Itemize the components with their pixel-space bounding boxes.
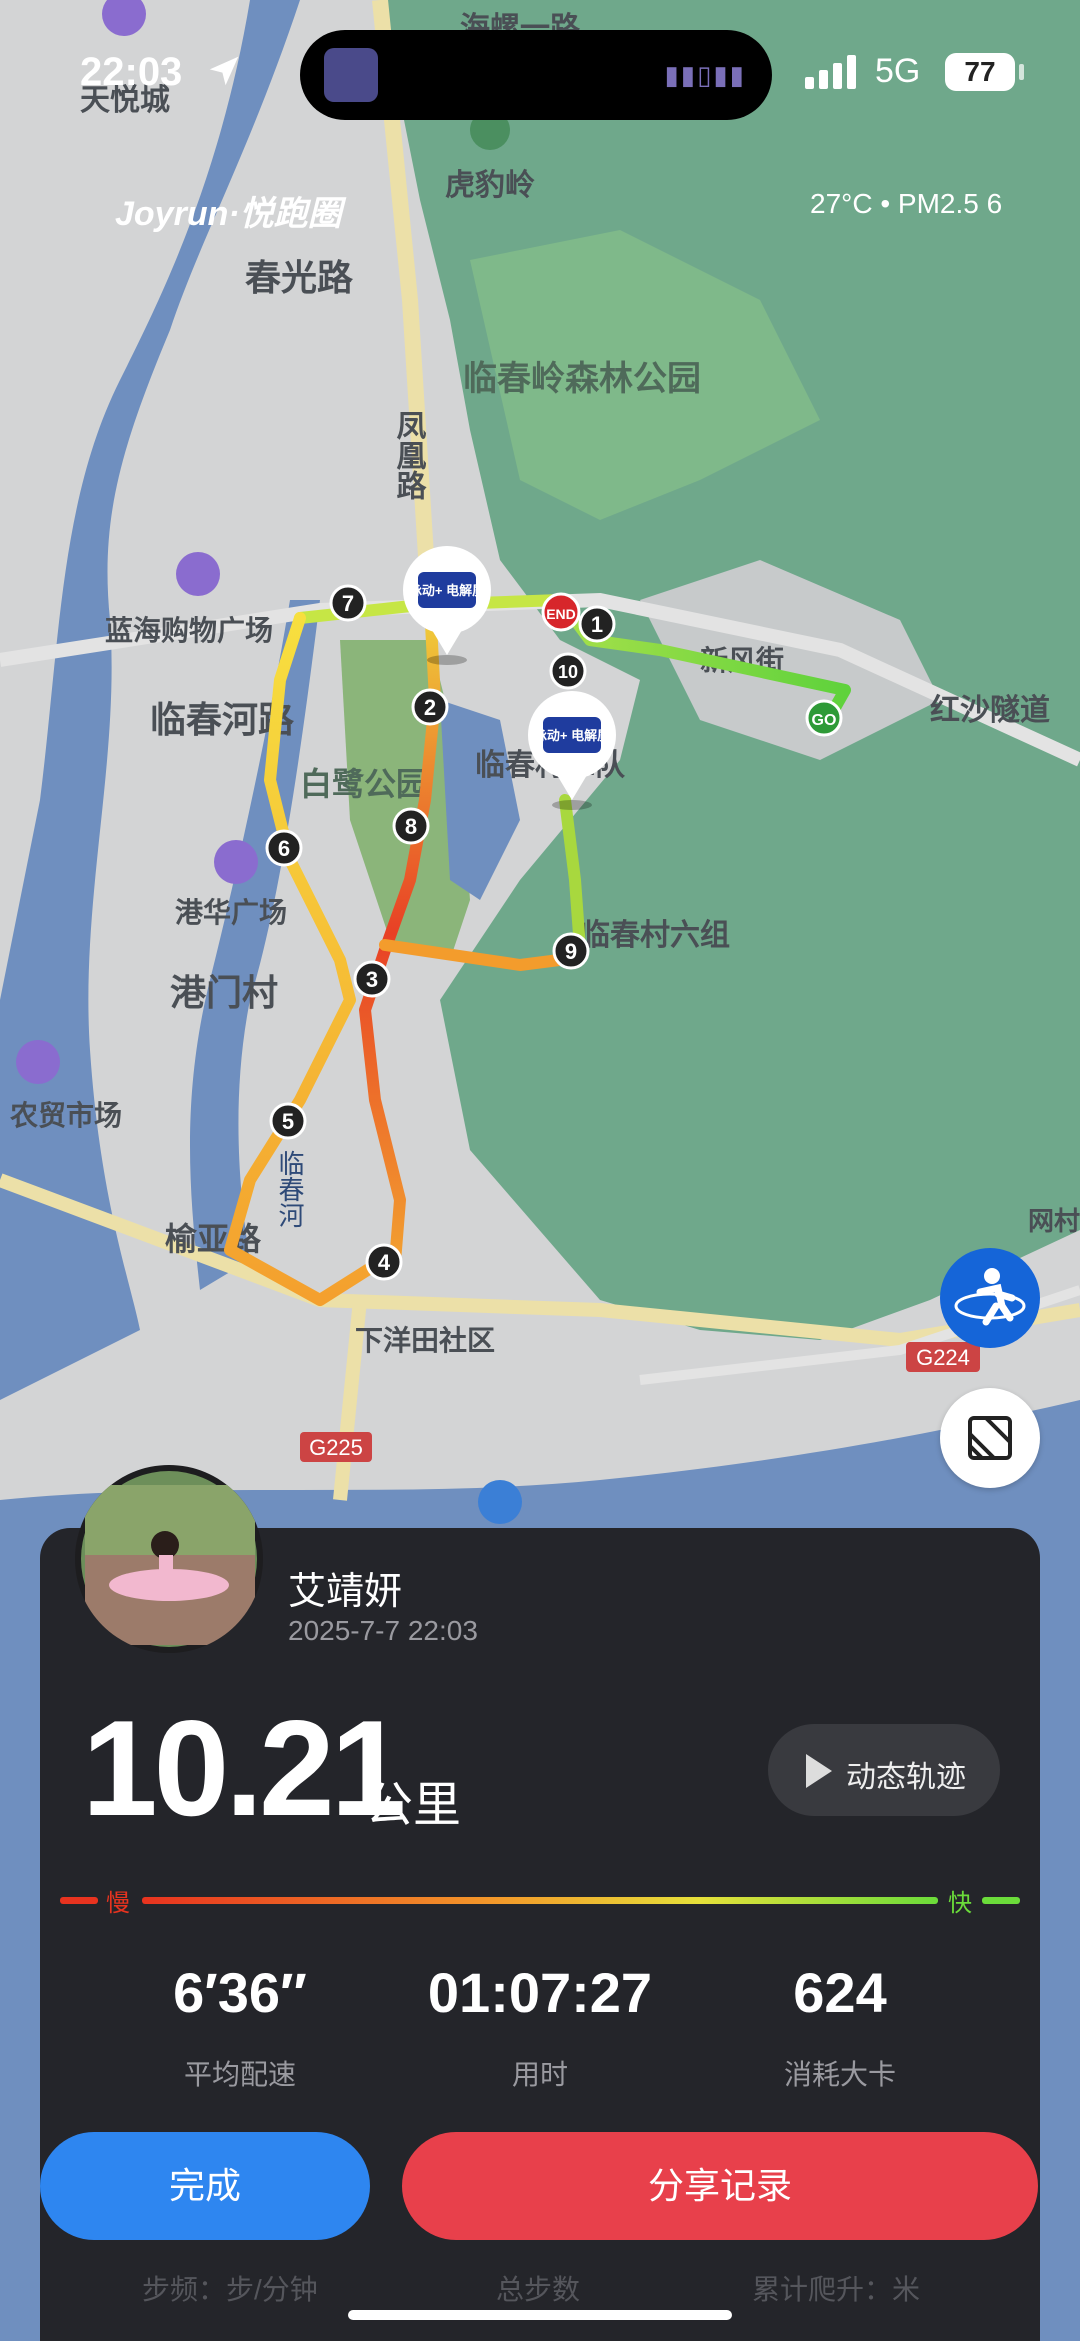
done-button[interactable]: 完成	[40, 2132, 370, 2240]
label-chunguang: 春光路	[245, 257, 354, 298]
label-linchun6: 临春村六组	[580, 918, 730, 952]
svg-text:脉动+ 电解质: 脉动+ 电解质	[408, 583, 485, 598]
now-playing-thumb-icon	[324, 48, 378, 102]
label-ganghua: 港华广场	[175, 896, 287, 928]
dynamic-track-label: 动态轨迹	[846, 1761, 966, 1794]
calories-value: 624	[793, 1961, 887, 2024]
km-marker-8: 8	[392, 807, 430, 845]
svg-text:1: 1	[591, 612, 603, 637]
duration-label: 用时	[511, 2059, 568, 2090]
label-xiayang: 下洋田社区	[355, 1324, 495, 1356]
svg-text:5: 5	[282, 1109, 294, 1134]
label-fenghuang: 凤凰路	[392, 410, 427, 500]
svg-text:END: END	[546, 606, 576, 622]
stat-avg-pace: 6′36″ 平均配速	[90, 1960, 390, 2093]
avg-pace-label: 平均配速	[183, 2059, 296, 2090]
svg-text:GO: GO	[812, 712, 837, 729]
stat-calories: 624 消耗大卡	[690, 1960, 990, 2093]
bank-poi-icon	[478, 1480, 522, 1524]
svg-text:8: 8	[405, 814, 417, 839]
dynamic-track-button[interactable]: 动态轨迹	[768, 1724, 1000, 1816]
user-avatar[interactable]	[75, 1465, 263, 1653]
label-hubao: 虎豹岭	[445, 169, 535, 202]
runner-icon	[954, 1268, 1026, 1326]
svg-text:9: 9	[565, 939, 577, 964]
label-wangcun: 网村	[1028, 1206, 1080, 1236]
stat-duration: 01:07:27 用时	[390, 1960, 690, 2093]
km-marker-3: 3	[353, 960, 391, 998]
duration-value: 01:07:27	[427, 1961, 653, 2024]
audio-wave-icon: ▮▮▯▮▮	[664, 60, 746, 90]
label-yuya: 榆亚路	[165, 1221, 262, 1257]
km-marker-4: 4	[365, 1243, 403, 1281]
svg-text:6: 6	[278, 836, 290, 861]
distance-value: 10.21	[82, 1692, 406, 1844]
svg-text:4: 4	[378, 1250, 391, 1275]
end-marker: END	[541, 592, 581, 632]
g224-badge: G224	[916, 1345, 970, 1370]
label-nongmao: 农贸市场	[9, 1099, 122, 1131]
location-arrow-icon	[209, 56, 239, 86]
pace-legend: 慢 快	[60, 1890, 1020, 1917]
dynamic-island[interactable]: ▮▮▯▮▮	[300, 30, 772, 120]
calories-label: 消耗大卡	[783, 2059, 896, 2090]
runner-mode-button[interactable]	[940, 1248, 1040, 1348]
network-type: 5G	[875, 52, 921, 90]
pace-slow-label: 慢	[106, 1890, 130, 1917]
pace-fast-label: 快	[948, 1890, 972, 1917]
go-marker: GO	[805, 699, 843, 737]
map-layer-icon	[968, 1416, 1012, 1460]
shopping-poi-icon	[176, 552, 220, 596]
km-marker-10: 10	[549, 652, 587, 690]
map-style-button[interactable]	[940, 1388, 1040, 1488]
km-marker-2: 2	[411, 688, 449, 726]
svg-text:脉动+ 电解质: 脉动+ 电解质	[533, 728, 610, 743]
total-steps-label: 总步数	[496, 2274, 581, 2305]
cadence-label: 步频：步/分钟	[142, 2274, 318, 2305]
label-river: 临春河	[275, 1150, 305, 1228]
label-forest-park: 临春岭森林公园	[463, 360, 701, 398]
elevation-label: 累计爬升：米	[752, 2274, 921, 2305]
km-marker-6: 6	[265, 829, 303, 867]
svg-text:3: 3	[366, 967, 378, 992]
svg-text:10: 10	[558, 662, 578, 682]
battery-tip	[1019, 64, 1024, 80]
home-indicator[interactable]	[348, 2310, 732, 2320]
svg-text:2: 2	[424, 695, 436, 720]
label-bailu: 白鹭公园	[300, 766, 428, 802]
status-bar: 22:03 ▮▮▯▮▮ 5G 77	[0, 0, 1080, 150]
share-record-button[interactable]: 分享记录	[402, 2132, 1038, 2240]
km-marker-9: 9	[552, 932, 590, 970]
user-name: 艾靖妍	[288, 1571, 403, 1613]
avg-pace-value: 6′36″	[173, 1961, 307, 2024]
km-marker-5: 5	[269, 1102, 307, 1140]
distance-unit: 公里	[365, 1779, 462, 1832]
g225-badge: G225	[309, 1435, 363, 1460]
label-lanhai: 蓝海购物广场	[105, 614, 273, 646]
label-hongsha: 红沙隧道	[930, 694, 1050, 727]
battery-icon: 77	[945, 53, 1015, 91]
svg-text:7: 7	[342, 591, 354, 616]
shopping-poi-icon	[214, 840, 258, 884]
km-marker-1: 1	[578, 605, 616, 643]
km-marker-7: 7	[329, 584, 367, 622]
brand-logo: Joyrun·悦跑圈	[115, 195, 342, 233]
signal-icon	[805, 55, 856, 89]
weather-info: 27°C • PM2.5 6	[810, 188, 1003, 219]
play-icon	[806, 1754, 832, 1788]
run-datetime: 2025-7-7 22:03	[288, 1615, 478, 1646]
market-poi-icon	[16, 1040, 60, 1084]
status-time: 22:03	[80, 50, 183, 94]
label-gangmen: 港门村	[170, 972, 278, 1013]
